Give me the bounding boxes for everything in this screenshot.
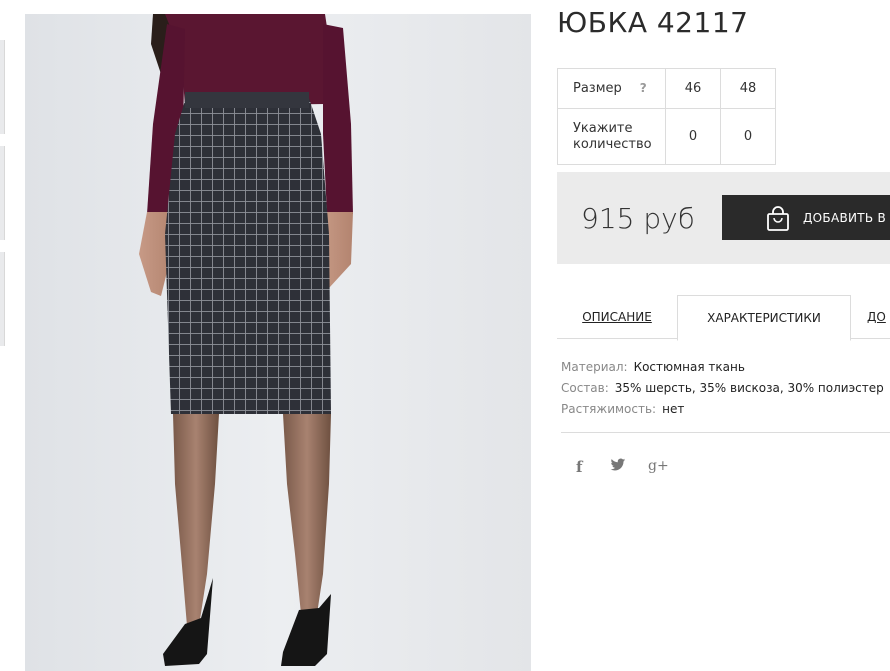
thumbnail-2[interactable] bbox=[0, 146, 5, 240]
section-divider bbox=[561, 432, 890, 433]
product-photo[interactable] bbox=[25, 14, 531, 671]
product-photo-illustration bbox=[25, 14, 531, 671]
price-panel: 915 руб ДОБАВИТЬ В З bbox=[557, 172, 890, 264]
spec-value: Костюмная ткань bbox=[633, 360, 745, 374]
spec-value: нет bbox=[662, 402, 685, 416]
price: 915 руб bbox=[581, 202, 695, 235]
product-title: ЮБКА 42117 bbox=[557, 6, 749, 39]
twitter-icon[interactable] bbox=[610, 458, 626, 476]
twitter-bird-glyph bbox=[610, 458, 626, 471]
add-to-cart-button[interactable]: ДОБАВИТЬ В З bbox=[722, 195, 890, 240]
tab-characteristics[interactable]: ХАРАКТЕРИСТИКИ bbox=[677, 295, 851, 341]
spec-composition: Состав: 35% шерсть, 35% вискоза, 30% поли… bbox=[561, 378, 884, 399]
tab-description[interactable]: ОПИСАНИЕ bbox=[557, 295, 677, 338]
spec-key: Материал: bbox=[561, 360, 628, 374]
facebook-icon[interactable]: f bbox=[576, 458, 582, 476]
product-tabs: ОПИСАНИЕ ХАРАКТЕРИСТИКИ ДО bbox=[557, 295, 890, 341]
size-quantity-table: Размер? 46 48 Укажите количество 0 0 bbox=[557, 68, 776, 165]
help-icon[interactable]: ? bbox=[640, 81, 647, 95]
spec-stretch: Растяжимость: нет bbox=[561, 399, 884, 420]
shopping-bag-icon bbox=[767, 206, 789, 231]
size-48: 48 bbox=[720, 68, 776, 109]
spec-material: Материал: Костюмная ткань bbox=[561, 357, 884, 378]
quantity-input-48[interactable]: 0 bbox=[720, 108, 776, 165]
quantity-row: Укажите количество 0 0 bbox=[557, 108, 776, 165]
spec-key: Растяжимость: bbox=[561, 402, 657, 416]
spec-value: 35% шерсть, 35% вискоза, 30% полиэстер bbox=[614, 381, 884, 395]
size-row: Размер? 46 48 bbox=[557, 68, 776, 109]
quantity-label: Укажите количество bbox=[557, 108, 666, 165]
thumbnail-3[interactable] bbox=[0, 252, 5, 346]
tab-delivery[interactable]: ДО bbox=[867, 295, 890, 338]
quantity-input-46[interactable]: 0 bbox=[665, 108, 721, 165]
spec-key: Состав: bbox=[561, 381, 609, 395]
google-plus-icon[interactable]: g+ bbox=[648, 458, 669, 474]
size-label: Размер bbox=[573, 81, 622, 96]
size-label-cell: Размер? bbox=[557, 68, 666, 109]
thumbnail-1[interactable] bbox=[0, 40, 5, 134]
size-46: 46 bbox=[665, 68, 721, 109]
add-to-cart-label: ДОБАВИТЬ В З bbox=[803, 211, 890, 225]
characteristics-list: Материал: Костюмная ткань Состав: 35% шерс… bbox=[561, 357, 884, 420]
